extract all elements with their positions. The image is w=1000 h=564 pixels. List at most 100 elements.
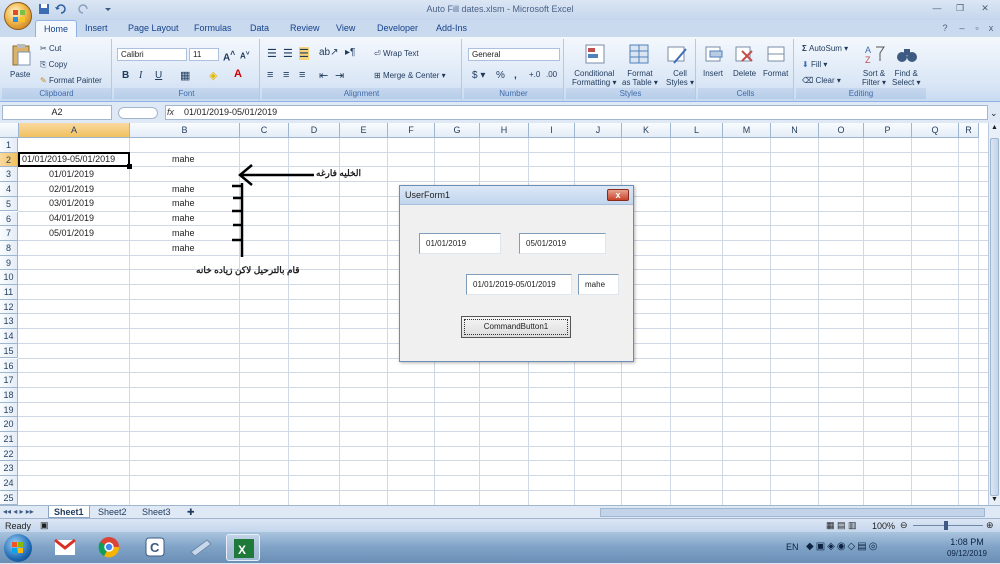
close-icon[interactable]: ✕ (978, 3, 992, 15)
find-select-button[interactable]: Find & Select ▾ (892, 69, 920, 87)
row-header[interactable]: 10 (0, 270, 18, 285)
align-left-icon[interactable]: ≡ (267, 69, 273, 81)
expand-formula-bar-icon[interactable]: ⌄ (990, 108, 998, 119)
excel-taskbar-icon[interactable]: X (226, 534, 260, 561)
start-button[interactable] (4, 534, 32, 562)
column-header[interactable]: H (480, 123, 529, 138)
ribbon-restore-icon[interactable]: ▫ (970, 23, 984, 35)
orientation-icon[interactable]: ab↗ (319, 47, 339, 58)
column-header[interactable]: B (130, 123, 240, 138)
ribbon-close-icon[interactable]: x (984, 23, 998, 35)
cell-a6[interactable]: 04/01/2019 (49, 213, 94, 223)
zoom-in-icon[interactable]: ⊕ (986, 520, 994, 531)
comma-icon[interactable]: , (514, 70, 517, 81)
tab-insert[interactable]: Insert (85, 23, 108, 33)
clear-button[interactable]: ⌫ Clear ▾ (802, 76, 841, 85)
paste-button[interactable]: Paste (10, 70, 30, 79)
scroll-down-icon[interactable]: ▼ (990, 496, 999, 505)
format-as-table-button[interactable]: Format as Table ▾ (622, 69, 658, 87)
column-header[interactable]: K (622, 123, 671, 138)
currency-icon[interactable]: $ ▾ (472, 70, 485, 81)
copy-button[interactable]: ⎘ Copy (40, 60, 67, 70)
align-middle-icon[interactable]: ☰ (283, 47, 293, 60)
tab-add-ins[interactable]: Add-Ins (436, 23, 467, 33)
insert-cells-button[interactable]: Insert (703, 69, 723, 78)
userform-close-button[interactable]: x (607, 189, 629, 201)
tab-formulas[interactable]: Formulas (194, 23, 232, 33)
row-header[interactable]: 15 (0, 343, 18, 359)
column-header[interactable]: P (864, 123, 912, 138)
sheet-tab-3[interactable]: Sheet3 (137, 506, 176, 518)
percent-icon[interactable]: % (496, 70, 505, 81)
font-size-select[interactable]: 11 (189, 48, 219, 61)
row-header[interactable]: 24 (0, 476, 18, 491)
insert-sheet-icon[interactable]: ✚ (182, 506, 200, 518)
cut-button[interactable]: ✂ Cut (40, 44, 61, 53)
row-header[interactable]: 20 (0, 417, 18, 432)
paste-icon[interactable] (10, 43, 32, 66)
sheet-tab-2[interactable]: Sheet2 (93, 506, 132, 518)
column-header[interactable]: D (289, 123, 340, 138)
column-header[interactable]: E (340, 123, 388, 138)
underline-icon[interactable]: U (155, 70, 162, 81)
borders-icon[interactable]: ▦ (180, 69, 190, 82)
column-header[interactable]: A (19, 123, 130, 138)
delete-cells-icon[interactable] (734, 43, 756, 65)
sort-filter-button[interactable]: Sort & Filter ▾ (862, 69, 886, 87)
row-header[interactable]: 7 (0, 226, 18, 241)
row-header[interactable]: 21 (0, 432, 18, 447)
conditional-formatting-button[interactable]: Conditional Formatting ▾ (572, 69, 616, 87)
name-textbox[interactable]: mahe (578, 274, 619, 295)
office-button[interactable] (4, 2, 32, 30)
merge-center-button[interactable]: ⊞ Merge & Center ▾ (374, 71, 446, 80)
row-header[interactable]: 12 (0, 299, 18, 315)
cell-a5[interactable]: 03/01/2019 (49, 198, 94, 208)
insert-function-icon[interactable]: fx (165, 107, 174, 117)
horizontal-scrollbar[interactable] (600, 508, 985, 517)
cell-b4[interactable]: mahe (172, 184, 195, 194)
row-header[interactable]: 4 (0, 182, 18, 197)
column-header[interactable]: N (771, 123, 819, 138)
row-header[interactable]: 16 (0, 358, 18, 374)
grow-font-icon[interactable]: A˄ (223, 48, 235, 63)
column-header[interactable]: J (575, 123, 622, 138)
binoculars-icon[interactable] (896, 43, 918, 65)
font-color-icon[interactable]: A (234, 68, 242, 80)
tab-home[interactable]: Home (35, 20, 78, 38)
tab-page-layout[interactable]: Page Layout (128, 23, 179, 33)
cell-a7[interactable]: 05/01/2019 (49, 228, 94, 238)
tab-data[interactable]: Data (250, 23, 269, 33)
end-date-textbox[interactable]: 05/01/2019 (519, 233, 606, 254)
macro-record-icon[interactable]: ▣ (40, 520, 49, 531)
language-indicator[interactable]: EN (786, 542, 799, 552)
row-header[interactable]: 1 (0, 138, 18, 153)
app-c-icon[interactable]: C (138, 534, 172, 561)
vertical-scrollbar[interactable]: ▲ ▼ (988, 123, 1000, 505)
tab-view[interactable]: View (336, 23, 355, 33)
number-format-select[interactable]: General (468, 48, 560, 61)
tab-review[interactable]: Review (290, 23, 320, 33)
help-icon[interactable]: ? (938, 23, 952, 35)
row-header[interactable]: 19 (0, 402, 18, 418)
cell-a4[interactable]: 02/01/2019 (49, 184, 94, 194)
autosum-button[interactable]: Σ AutoSum ▾ (802, 44, 848, 53)
align-right-icon[interactable]: ≡ (299, 69, 305, 81)
fill-color-icon[interactable]: ◈ (209, 69, 217, 82)
rtl-icon[interactable]: ▸¶ (345, 47, 355, 58)
bold-icon[interactable]: B (122, 70, 129, 81)
cell-b5[interactable]: mahe (172, 198, 195, 208)
clock-date[interactable]: 09/12/2019 (938, 549, 996, 558)
formula-input[interactable]: 01/01/2019-05/01/2019 (165, 105, 988, 120)
format-cells-icon[interactable] (766, 43, 788, 65)
tray-icons[interactable]: ◆▣◈◉◇▤◎ (806, 541, 879, 552)
tab-developer[interactable]: Developer (377, 23, 418, 33)
scroll-up-icon[interactable]: ▲ (990, 124, 999, 134)
app-window-icon[interactable] (183, 534, 217, 561)
command-button[interactable]: CommandButton1 (461, 316, 571, 338)
row-header[interactable]: 3 (0, 167, 18, 183)
scroll-thumb[interactable] (990, 138, 999, 496)
cell-a3[interactable]: 01/01/2019 (49, 169, 94, 179)
increase-indent-icon[interactable]: ⇥ (335, 69, 344, 82)
align-top-icon[interactable]: ☰ (267, 47, 277, 60)
row-header[interactable]: 8 (0, 240, 18, 256)
